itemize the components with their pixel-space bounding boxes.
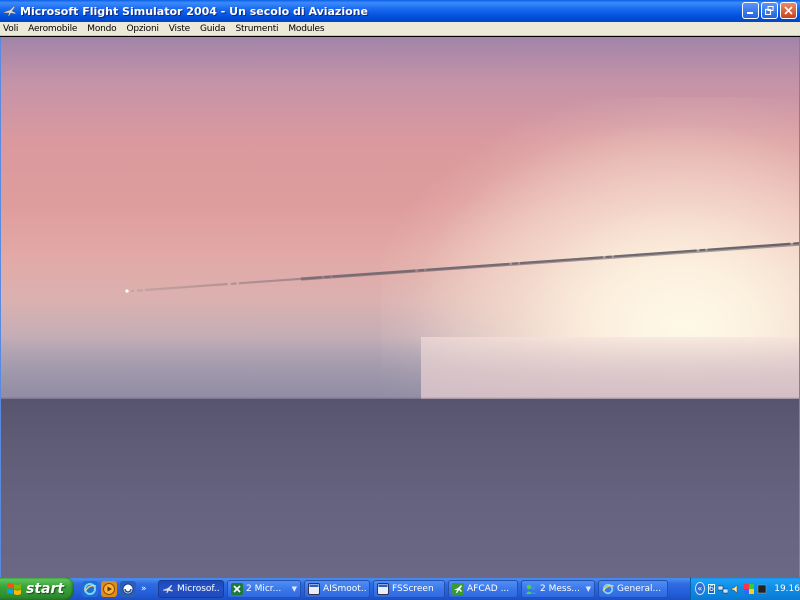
menu-aeromobile[interactable]: Aeromobile [23, 24, 82, 34]
close-icon [784, 6, 793, 15]
system-tray: « 6 19.16 [690, 577, 800, 600]
menu-voli[interactable]: Voli [0, 24, 23, 34]
media-player-icon[interactable] [101, 580, 117, 597]
menu-modules[interactable]: Modules [283, 24, 329, 34]
afcad-icon [452, 582, 464, 595]
task-button-afcad[interactable]: AFCAD ... [448, 579, 518, 598]
app-window-icon [377, 582, 389, 595]
title-bar[interactable]: Microsoft Flight Simulator 2004 - Un sec… [0, 0, 800, 22]
flight-sim-icon [162, 583, 174, 595]
volume-icon[interactable] [731, 584, 741, 594]
menu-strumenti[interactable]: Strumenti [230, 24, 283, 34]
quick-launch: » [82, 580, 152, 597]
menu-bar: Voli Aeromobile Mondo Opzioni Viste Guid… [0, 22, 800, 36]
start-label: start [26, 580, 65, 597]
close-button[interactable] [780, 2, 797, 19]
menu-mondo[interactable]: Mondo [82, 24, 121, 34]
aircraft-dot [125, 289, 129, 293]
task-button-fsscreen[interactable]: FSScreen [373, 579, 445, 598]
messenger-icon [525, 583, 537, 595]
restore-button[interactable] [761, 2, 778, 19]
ie-icon[interactable] [82, 580, 98, 597]
menu-viste[interactable]: Viste [164, 24, 195, 34]
start-button[interactable]: start [0, 577, 74, 600]
group-arrow-icon: ▼ [585, 584, 591, 593]
restore-icon [765, 6, 774, 15]
task-button-flight-simulator[interactable]: Microsof... [158, 579, 224, 598]
tray-badge-icon[interactable]: 6 [707, 583, 716, 594]
task-button-aismooth[interactable]: AISmoot... [304, 579, 370, 598]
simulator-viewport[interactable] [0, 37, 800, 577]
color-app-icon[interactable] [744, 583, 755, 594]
task-button-messenger[interactable]: 2 Mess... ▼ [521, 579, 595, 598]
flight-sim-icon [3, 4, 17, 18]
window-title: Microsoft Flight Simulator 2004 - Un sec… [20, 4, 368, 18]
security-icon[interactable] [757, 584, 767, 594]
group-arrow-icon: ▼ [291, 584, 297, 593]
excel-icon [231, 582, 243, 595]
task-button-excel[interactable]: 2 Micr... ▼ [227, 579, 301, 598]
minimize-button[interactable] [742, 2, 759, 19]
outlook-icon[interactable] [120, 580, 136, 597]
network-icon[interactable] [718, 584, 729, 594]
windows-flag-icon [7, 582, 21, 595]
quick-launch-more[interactable]: » [141, 584, 147, 594]
show-hidden-icons-button[interactable]: « [695, 582, 705, 595]
ie-icon [602, 583, 614, 595]
app-window-icon [308, 582, 320, 595]
menu-guida[interactable]: Guida [195, 24, 230, 34]
clock[interactable]: 19.16 [774, 584, 800, 594]
taskbar: start » Microsof... 2 Micr... ▼ AISmoot.… [0, 577, 800, 600]
contrail [125, 242, 799, 293]
menu-opzioni[interactable]: Opzioni [121, 24, 163, 34]
task-button-ie[interactable]: General... [598, 579, 668, 598]
minimize-icon [747, 12, 753, 14]
task-buttons: Microsof... 2 Micr... ▼ AISmoot... FSScr… [158, 579, 668, 598]
